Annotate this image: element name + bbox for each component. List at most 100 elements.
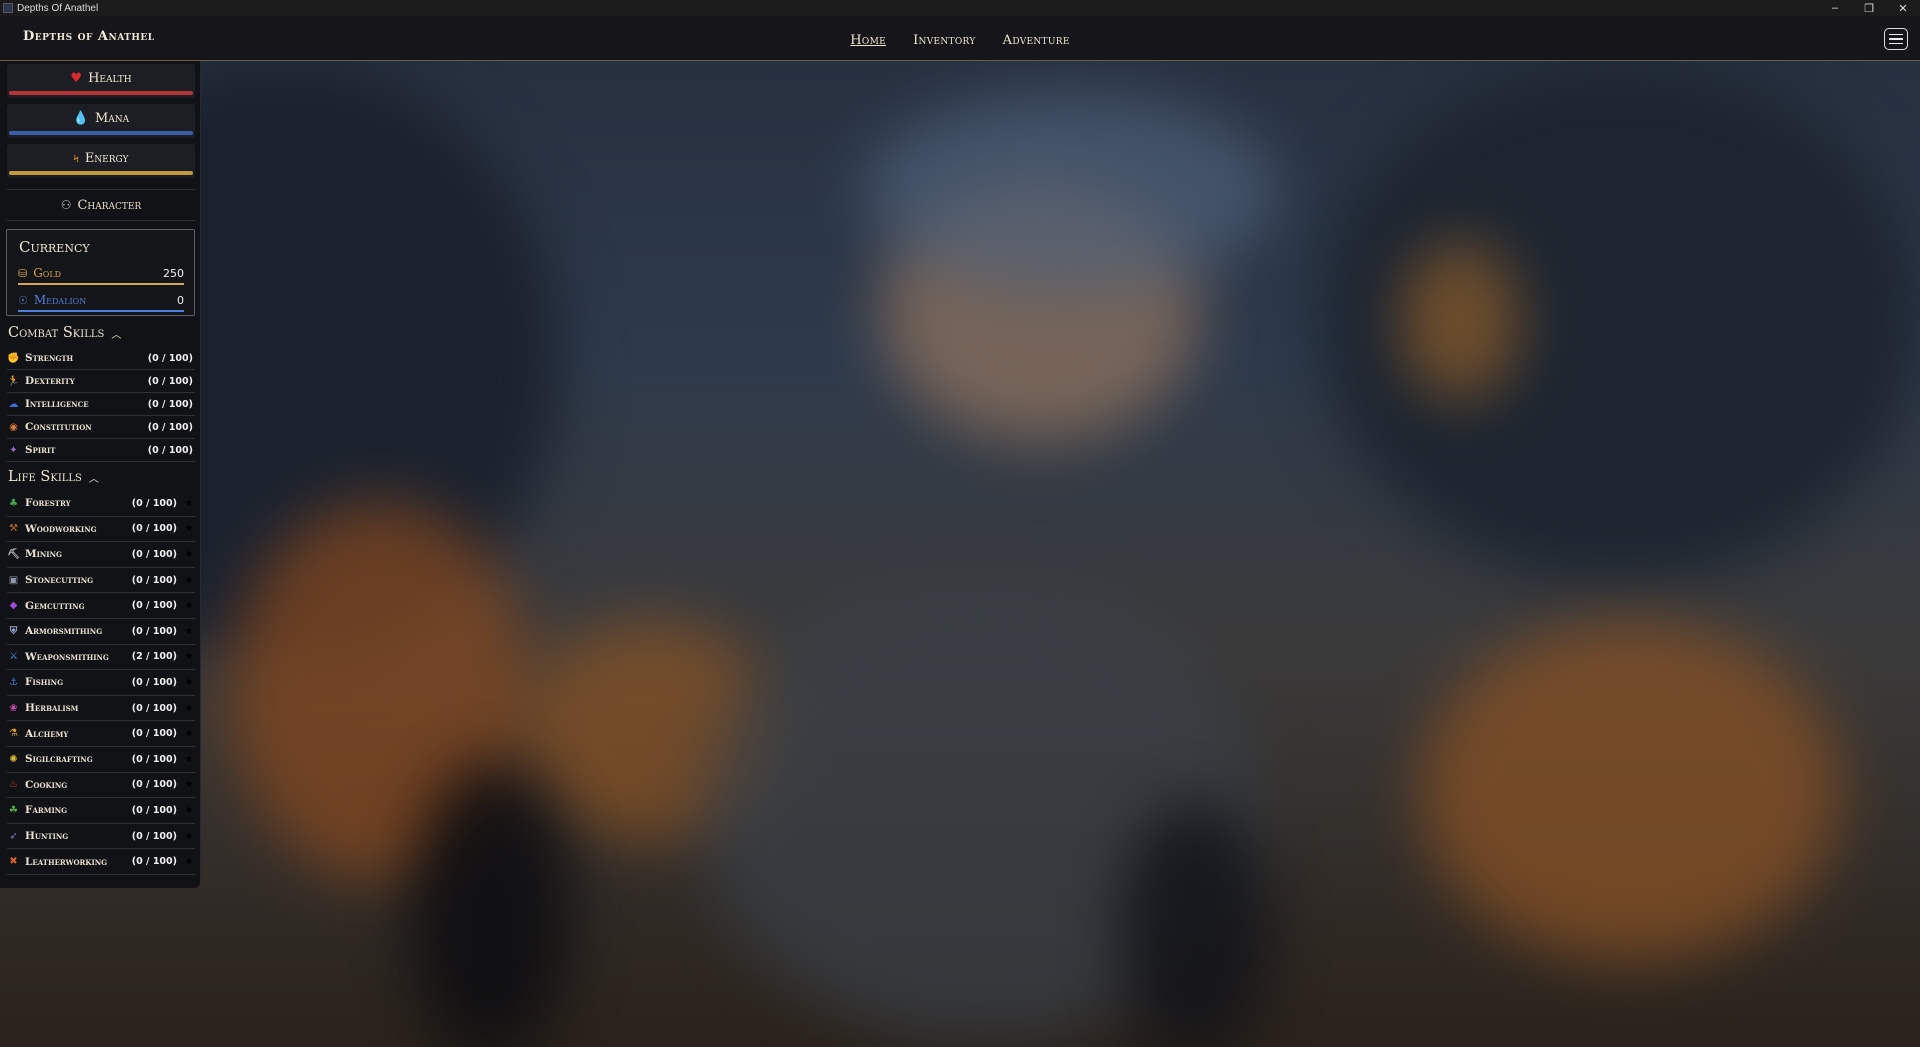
skill-name: Cooking <box>25 778 68 791</box>
star-icon[interactable]: ★ <box>183 549 195 560</box>
brand-title[interactable]: Depths of Anathel <box>23 29 155 44</box>
life-skills-header[interactable]: Life Skills ︿ <box>8 469 99 485</box>
star-icon[interactable]: ★ <box>183 805 195 816</box>
plant-icon: ☘ <box>9 804 18 816</box>
stone-icon: ▣ <box>8 574 19 586</box>
gold-row: ⛁ Gold 250 <box>18 263 184 285</box>
skill-row-hunting[interactable]: ➶ Hunting (0 / 100) ★ <box>7 824 195 850</box>
skill-name: Constitution <box>25 421 92 433</box>
energy-label: Energy <box>84 151 129 166</box>
close-icon[interactable]: ✕ <box>1886 0 1920 16</box>
spirit-icon: ✦ <box>9 444 18 456</box>
potion-icon: ⚗ <box>9 728 18 740</box>
skill-row-alchemy[interactable]: ⚗ Alchemy (0 / 100) ★ <box>7 721 195 747</box>
star-icon[interactable]: ★ <box>183 523 195 534</box>
chevron-up-icon[interactable]: ︿ <box>111 326 121 341</box>
combat-skills-title: Combat Skills <box>8 325 105 341</box>
star-icon[interactable]: ★ <box>183 651 195 662</box>
medalion-label: Medalion <box>33 293 87 307</box>
skill-name: Dexterity <box>25 375 75 387</box>
chevron-up-icon[interactable]: ︿ <box>89 470 99 485</box>
skill-name: Sigilcrafting <box>25 753 93 766</box>
star-icon[interactable]: ★ <box>183 754 195 765</box>
skill-value: (0 / 100) <box>131 779 177 791</box>
minimize-icon[interactable]: – <box>1818 0 1852 16</box>
mana-bar <box>9 131 193 135</box>
skill-row-leatherworking[interactable]: ✖ Leatherworking (0 / 100) ★ <box>7 849 195 875</box>
skill-row-armorsmithing[interactable]: ⛨ Armorsmithing (0 / 100) ★ <box>7 619 195 645</box>
skill-value: (0 / 100) <box>147 421 193 433</box>
background-scene <box>0 61 1920 1047</box>
star-icon[interactable]: ★ <box>183 728 195 739</box>
skill-row-farming[interactable]: ☘ Farming (0 / 100) ★ <box>7 798 195 824</box>
skill-row-forestry[interactable]: ♣ Forestry (0 / 100) ★ <box>7 491 195 517</box>
skill-name: Spirit <box>25 444 56 456</box>
skill-value: (0 / 100) <box>131 753 177 765</box>
mana-label: Mana <box>95 111 130 126</box>
herb-icon: ❀ <box>9 702 18 714</box>
combat-skills-header[interactable]: Combat Skills ︿ <box>8 325 121 341</box>
skill-row-strength[interactable]: ✊ Strength (0 / 100) <box>7 347 195 370</box>
skill-value: (0 / 100) <box>131 574 177 586</box>
coin-icon: ⛁ <box>18 266 28 280</box>
skill-row-sigilcrafting[interactable]: ✺ Sigilcrafting (0 / 100) ★ <box>7 747 195 773</box>
brain-icon: ☁ <box>8 398 19 410</box>
skill-row-spirit[interactable]: ✦ Spirit (0 / 100) <box>7 439 195 462</box>
mana-button[interactable]: 💧 Mana <box>7 104 195 138</box>
skill-row-cooking[interactable]: ♨ Cooking (0 / 100) ★ <box>7 773 195 799</box>
star-icon[interactable]: ★ <box>183 575 195 586</box>
skill-name: Farming <box>25 804 68 817</box>
star-icon[interactable]: ★ <box>183 677 195 688</box>
skill-row-fishing[interactable]: ⚓ Fishing (0 / 100) ★ <box>7 670 195 696</box>
skill-name: Mining <box>25 548 62 561</box>
gold-label: Gold <box>33 266 62 280</box>
skill-row-gemcutting[interactable]: ◆ Gemcutting (0 / 100) ★ <box>7 593 195 619</box>
bow-icon: ➶ <box>9 830 18 842</box>
skill-value: (0 / 100) <box>131 728 177 740</box>
sidebar: ♥ Health 💧 Mana ϟ Energy ⚇ Character Cur… <box>0 61 201 888</box>
skill-row-weaponsmithing[interactable]: ⚔ Weaponsmithing (2 / 100) ★ <box>7 645 195 671</box>
nav-inventory[interactable]: Inventory <box>913 33 975 48</box>
skill-row-mining[interactable]: ⛏ Mining (0 / 100) ★ <box>7 542 195 568</box>
gem-icon: ◆ <box>9 600 18 612</box>
armor-icon: ⛨ <box>9 625 18 637</box>
nav-adventure[interactable]: Adventure <box>1003 33 1070 48</box>
skill-name: Armorsmithing <box>25 625 103 638</box>
star-icon[interactable]: ★ <box>183 703 195 714</box>
skill-row-stonecutting[interactable]: ▣ Stonecutting (0 / 100) ★ <box>7 568 195 594</box>
skill-name: Intelligence <box>25 398 89 410</box>
skill-name: Fishing <box>25 676 64 689</box>
star-icon[interactable]: ★ <box>183 600 195 611</box>
health-button[interactable]: ♥ Health <box>7 64 195 98</box>
star-icon[interactable]: ★ <box>183 626 195 637</box>
skill-value: (0 / 100) <box>147 444 193 456</box>
medalion-row: ☉ Medalion 0 <box>18 290 184 312</box>
skill-row-dexterity[interactable]: 🏃 Dexterity (0 / 100) <box>7 370 195 393</box>
skill-name: Hunting <box>25 830 69 843</box>
skill-name: Herbalism <box>25 702 79 715</box>
health-bar <box>9 91 193 95</box>
star-icon[interactable]: ★ <box>183 831 195 842</box>
skill-value: (0 / 100) <box>131 676 177 688</box>
chest-icon: ◉ <box>9 421 18 433</box>
skill-value: (0 / 100) <box>131 625 177 637</box>
skill-value: (0 / 100) <box>131 548 177 560</box>
character-button[interactable]: ⚇ Character <box>7 189 195 221</box>
energy-button[interactable]: ϟ Energy <box>7 144 195 178</box>
skill-row-herbalism[interactable]: ❀ Herbalism (0 / 100) ★ <box>7 696 195 722</box>
window-title: Depths Of Anathel <box>17 2 99 14</box>
people-icon: ⚇ <box>60 198 72 212</box>
star-icon[interactable]: ★ <box>183 779 195 790</box>
character-label: Character <box>77 197 142 213</box>
nav-home[interactable]: Home <box>850 33 886 48</box>
restore-icon[interactable]: ❐ <box>1852 0 1886 16</box>
star-icon[interactable]: ★ <box>183 498 195 509</box>
skill-row-woodworking[interactable]: ⚒ Woodworking (0 / 100) ★ <box>7 517 195 543</box>
app-icon <box>3 3 13 13</box>
skill-name: Leatherworking <box>25 855 108 868</box>
skill-row-intelligence[interactable]: ☁ Intelligence (0 / 100) <box>7 393 195 416</box>
skill-value: (2 / 100) <box>131 651 177 663</box>
star-icon[interactable]: ★ <box>183 856 195 867</box>
skill-row-constitution[interactable]: ◉ Constitution (0 / 100) <box>7 416 195 439</box>
hamburger-icon[interactable] <box>1884 28 1908 50</box>
